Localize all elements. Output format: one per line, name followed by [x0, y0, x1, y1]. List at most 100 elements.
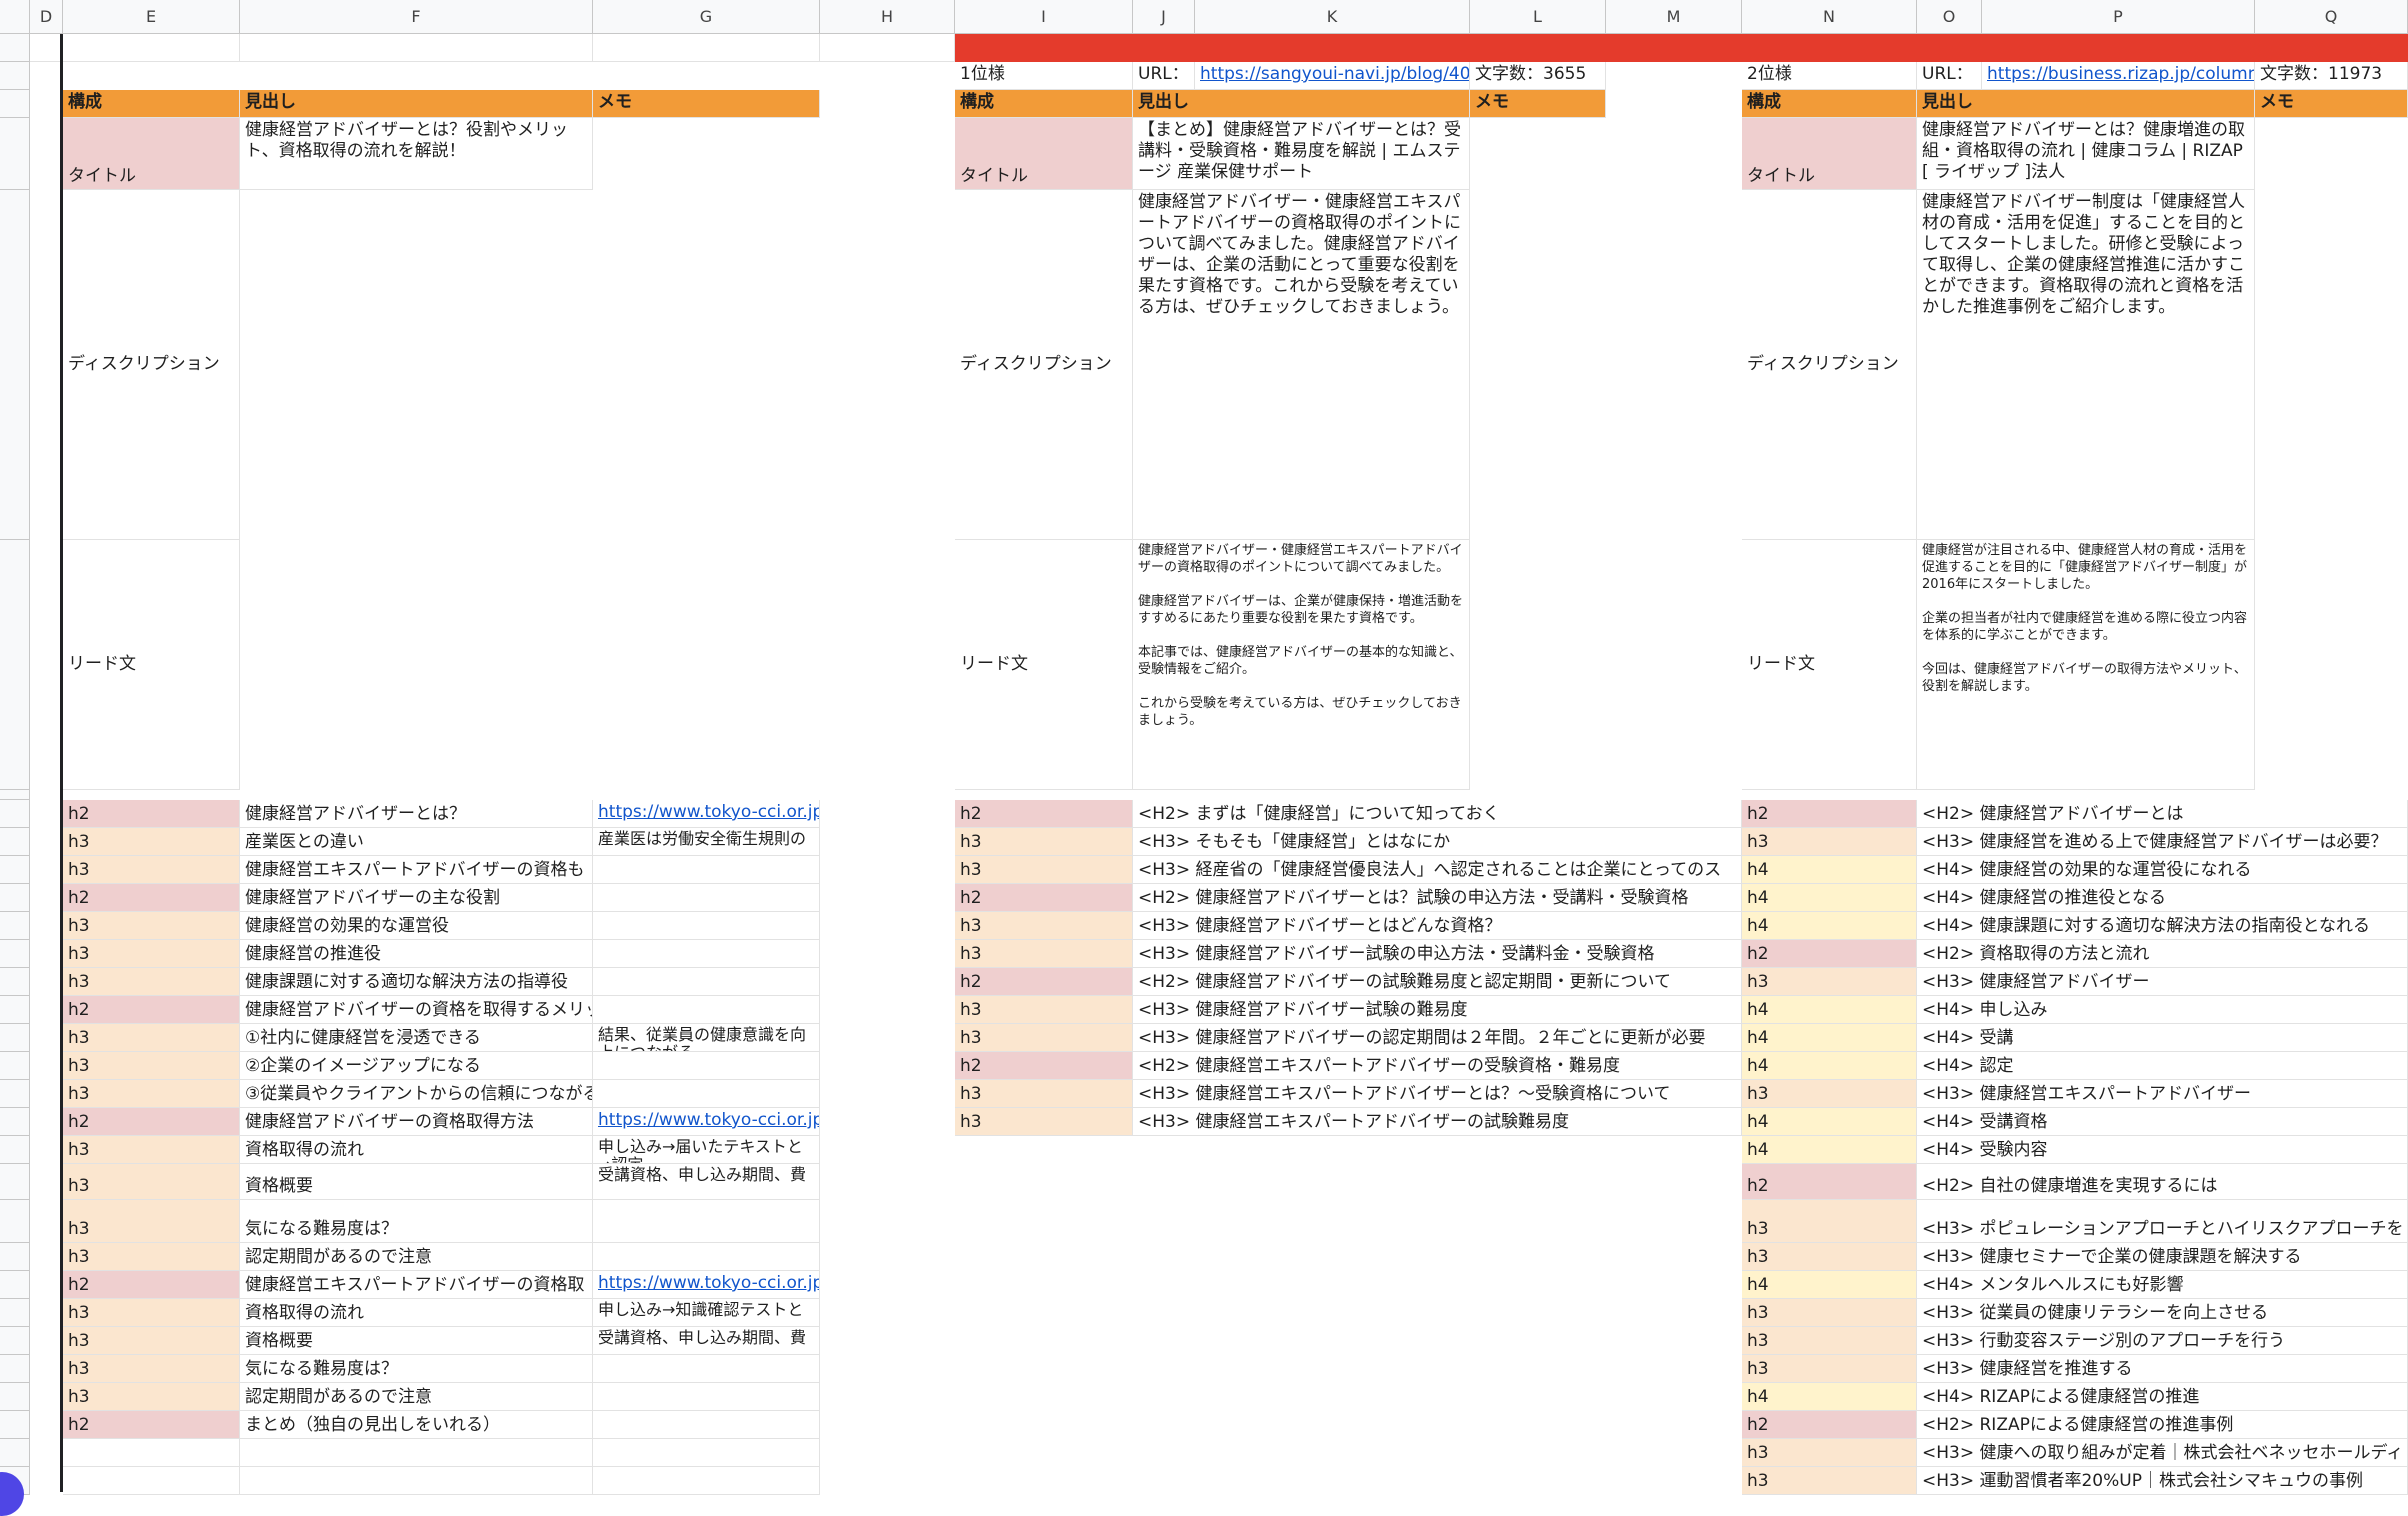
- own-outline-heading[interactable]: [240, 1467, 593, 1495]
- label-description[interactable]: ディスクリプション: [63, 190, 240, 540]
- row-number[interactable]: [0, 1439, 30, 1467]
- comp2-outline-tag[interactable]: h4: [1742, 884, 1917, 912]
- own-outline-tag[interactable]: h3: [63, 1024, 240, 1052]
- comp1-outline-tag[interactable]: h2: [955, 800, 1133, 828]
- cell-empty[interactable]: [30, 34, 63, 62]
- char-count-2[interactable]: 文字数：11973: [2255, 62, 2408, 90]
- own-title[interactable]: 健康経営アドバイザーとは？役割やメリット、資格取得の流れを解説！: [240, 118, 593, 190]
- own-outline-memo[interactable]: 受講資格、申し込み期間、費: [593, 1164, 820, 1200]
- row-number[interactable]: [0, 1383, 30, 1411]
- own-outline-heading[interactable]: ①社内に健康経営を浸透できる: [240, 1024, 593, 1052]
- rank-label-1[interactable]: 1位様: [955, 62, 1133, 90]
- row-number[interactable]: [0, 1327, 30, 1355]
- column-header-f[interactable]: F: [240, 0, 593, 34]
- comp2-outline-tag[interactable]: h3: [1742, 1355, 1917, 1383]
- own-outline-heading[interactable]: まとめ（独自の見出しをいれる）: [240, 1411, 593, 1439]
- label-description[interactable]: ディスクリプション: [955, 190, 1133, 540]
- comp1-outline-heading[interactable]: <H3> 経産省の「健康経営優良法人」へ認定されることは企業にとってのス: [1133, 856, 1742, 884]
- own-outline-memo[interactable]: [593, 1052, 820, 1080]
- comp1-outline-tag[interactable]: h3: [955, 856, 1133, 884]
- comp2-outline-heading[interactable]: <H3> 健康経営を進める上で健康経営アドバイザーは必要？: [1917, 828, 2408, 856]
- row-number[interactable]: [0, 540, 30, 790]
- own-outline-heading[interactable]: 資格取得の流れ: [240, 1299, 593, 1327]
- comp2-outline-tag[interactable]: h4: [1742, 1024, 1917, 1052]
- comp2-outline-heading[interactable]: <H4> 健康課題に対する適切な解決方法の指南役となれる: [1917, 912, 2408, 940]
- comp1-outline-heading[interactable]: <H3> 健康経営アドバイザー試験の難易度: [1133, 996, 1742, 1024]
- comp2-outline-heading[interactable]: <H3> ポピュレーションアプローチとハイリスクアプローチを: [1917, 1200, 2408, 1243]
- comp2-outline-tag[interactable]: h2: [1742, 1164, 1917, 1200]
- comp2-outline-tag[interactable]: h3: [1742, 828, 1917, 856]
- own-outline-memo[interactable]: [593, 996, 820, 1024]
- comp2-outline-heading[interactable]: <H4> 受験内容: [1917, 1136, 2408, 1164]
- label-title[interactable]: タイトル: [955, 118, 1133, 190]
- label-title[interactable]: タイトル: [1742, 118, 1917, 190]
- own-outline-heading[interactable]: 健康経営の効果的な運営役: [240, 912, 593, 940]
- own-outline-memo[interactable]: 結果、従業員の健康意識を向上につながる: [593, 1024, 820, 1052]
- comp2-outline-tag[interactable]: h4: [1742, 912, 1917, 940]
- own-outline-heading[interactable]: 資格概要: [240, 1327, 593, 1355]
- comp1-description[interactable]: 健康経営アドバイザー・健康経営エキスパートアドバイザーの資格取得のポイントについ…: [1133, 190, 1470, 540]
- own-outline-heading[interactable]: 資格取得の流れ: [240, 1136, 593, 1164]
- own-outline-heading[interactable]: 認定期間があるので注意: [240, 1243, 593, 1271]
- own-outline-tag[interactable]: h3: [63, 912, 240, 940]
- label-lead[interactable]: リード文: [955, 540, 1133, 790]
- header-kousei[interactable]: 構成: [63, 90, 240, 118]
- comp2-outline-heading[interactable]: <H3> 従業員の健康リテラシーを向上させる: [1917, 1299, 2408, 1327]
- comp2-outline-heading[interactable]: <H2> 資格取得の方法と流れ: [1917, 940, 2408, 968]
- comp1-outline-heading[interactable]: <H2> 健康経営アドバイザーの試験難易度と認定期間・更新について: [1133, 968, 1742, 996]
- own-outline-memo[interactable]: https://www.tokyo-cci.or.jp/ke: [593, 800, 820, 828]
- own-outline-heading[interactable]: ③従業員やクライアントからの信頼につながる: [240, 1080, 593, 1108]
- select-all-corner[interactable]: [0, 0, 30, 34]
- comp2-outline-tag[interactable]: h3: [1742, 1080, 1917, 1108]
- comp1-outline-heading[interactable]: <H3> 健康経営アドバイザーとはどんな資格？: [1133, 912, 1742, 940]
- own-outline-heading[interactable]: 健康経営アドバイザーの資格取得方法: [240, 1108, 593, 1136]
- comp2-outline-heading[interactable]: <H3> 健康セミナーで企業の健康課題を解決する: [1917, 1243, 2408, 1271]
- row-number[interactable]: [0, 1243, 30, 1271]
- row-number[interactable]: [0, 996, 30, 1024]
- cell-empty[interactable]: [240, 34, 593, 62]
- header-midashi[interactable]: 見出し: [1133, 90, 1470, 118]
- comp2-outline-tag[interactable]: h2: [1742, 1411, 1917, 1439]
- comp1-outline-heading[interactable]: <H2> 健康経営アドバイザーとは？試験の申込方法・受講料・受験資格: [1133, 884, 1742, 912]
- row-number[interactable]: [0, 940, 30, 968]
- own-outline-heading[interactable]: [240, 1439, 593, 1467]
- row-number[interactable]: [0, 884, 30, 912]
- header-kousei[interactable]: 構成: [1742, 90, 1917, 118]
- own-outline-heading[interactable]: 認定期間があるので注意: [240, 1383, 593, 1411]
- own-outline-memo[interactable]: 受講資格、申し込み期間、費: [593, 1327, 820, 1355]
- comp2-outline-heading[interactable]: <H2> 自社の健康増進を実現するには: [1917, 1164, 2408, 1200]
- comp1-outline-tag[interactable]: h2: [955, 968, 1133, 996]
- own-outline-memo[interactable]: [593, 1355, 820, 1383]
- comp2-title[interactable]: 健康経営アドバイザーとは？健康増進の取組・資格取得の流れ | 健康コラム | R…: [1917, 118, 2255, 190]
- own-outline-heading[interactable]: 気になる難易度は？: [240, 1200, 593, 1243]
- cell-empty[interactable]: [63, 34, 240, 62]
- comp2-outline-heading[interactable]: <H3> 健康経営エキスパートアドバイザー: [1917, 1080, 2408, 1108]
- column-header-m[interactable]: M: [1606, 0, 1742, 34]
- own-outline-memo[interactable]: https://www.tokyo-cci.or.jp/ke: [593, 1271, 820, 1299]
- own-outline-tag[interactable]: h2: [63, 996, 240, 1024]
- comp2-outline-tag[interactable]: h3: [1742, 1243, 1917, 1271]
- own-outline-tag[interactable]: h2: [63, 884, 240, 912]
- comp2-outline-heading[interactable]: <H4> 健康経営の効果的な運営役になれる: [1917, 856, 2408, 884]
- column-header-q[interactable]: Q: [2255, 0, 2408, 34]
- comp2-outline-heading[interactable]: <H4> RIZAPによる健康経営の推進: [1917, 1383, 2408, 1411]
- char-count-1[interactable]: 文字数：3655: [1470, 62, 1606, 90]
- comp1-outline-tag[interactable]: h3: [955, 996, 1133, 1024]
- row-number[interactable]: [0, 34, 30, 62]
- own-outline-memo[interactable]: [593, 1080, 820, 1108]
- own-outline-memo[interactable]: [593, 912, 820, 940]
- own-outline-memo[interactable]: https://www.tokyo-cci.or.jp/ke: [593, 1108, 820, 1136]
- column-header-l[interactable]: L: [1470, 0, 1606, 34]
- row-number[interactable]: [0, 790, 30, 800]
- comp2-outline-heading[interactable]: <H3> 健康経営アドバイザー: [1917, 968, 2408, 996]
- own-outline-heading[interactable]: 健康経営エキスパートアドバイザーの資格取: [240, 1271, 593, 1299]
- comp2-outline-heading[interactable]: <H3> 行動変容ステージ別のアプローチを行う: [1917, 1327, 2408, 1355]
- header-memo[interactable]: メモ: [2255, 90, 2408, 118]
- comp2-outline-heading[interactable]: <H4> 受講: [1917, 1024, 2408, 1052]
- comp2-outline-tag[interactable]: h2: [1742, 800, 1917, 828]
- url-link-1[interactable]: https://sangyoui-navi.jp/blog/404: [1195, 62, 1470, 90]
- own-outline-tag[interactable]: h3: [63, 828, 240, 856]
- url-label-2[interactable]: URL：: [1917, 62, 1982, 90]
- own-outline-tag[interactable]: h3: [63, 968, 240, 996]
- own-outline-tag[interactable]: h3: [63, 1200, 240, 1243]
